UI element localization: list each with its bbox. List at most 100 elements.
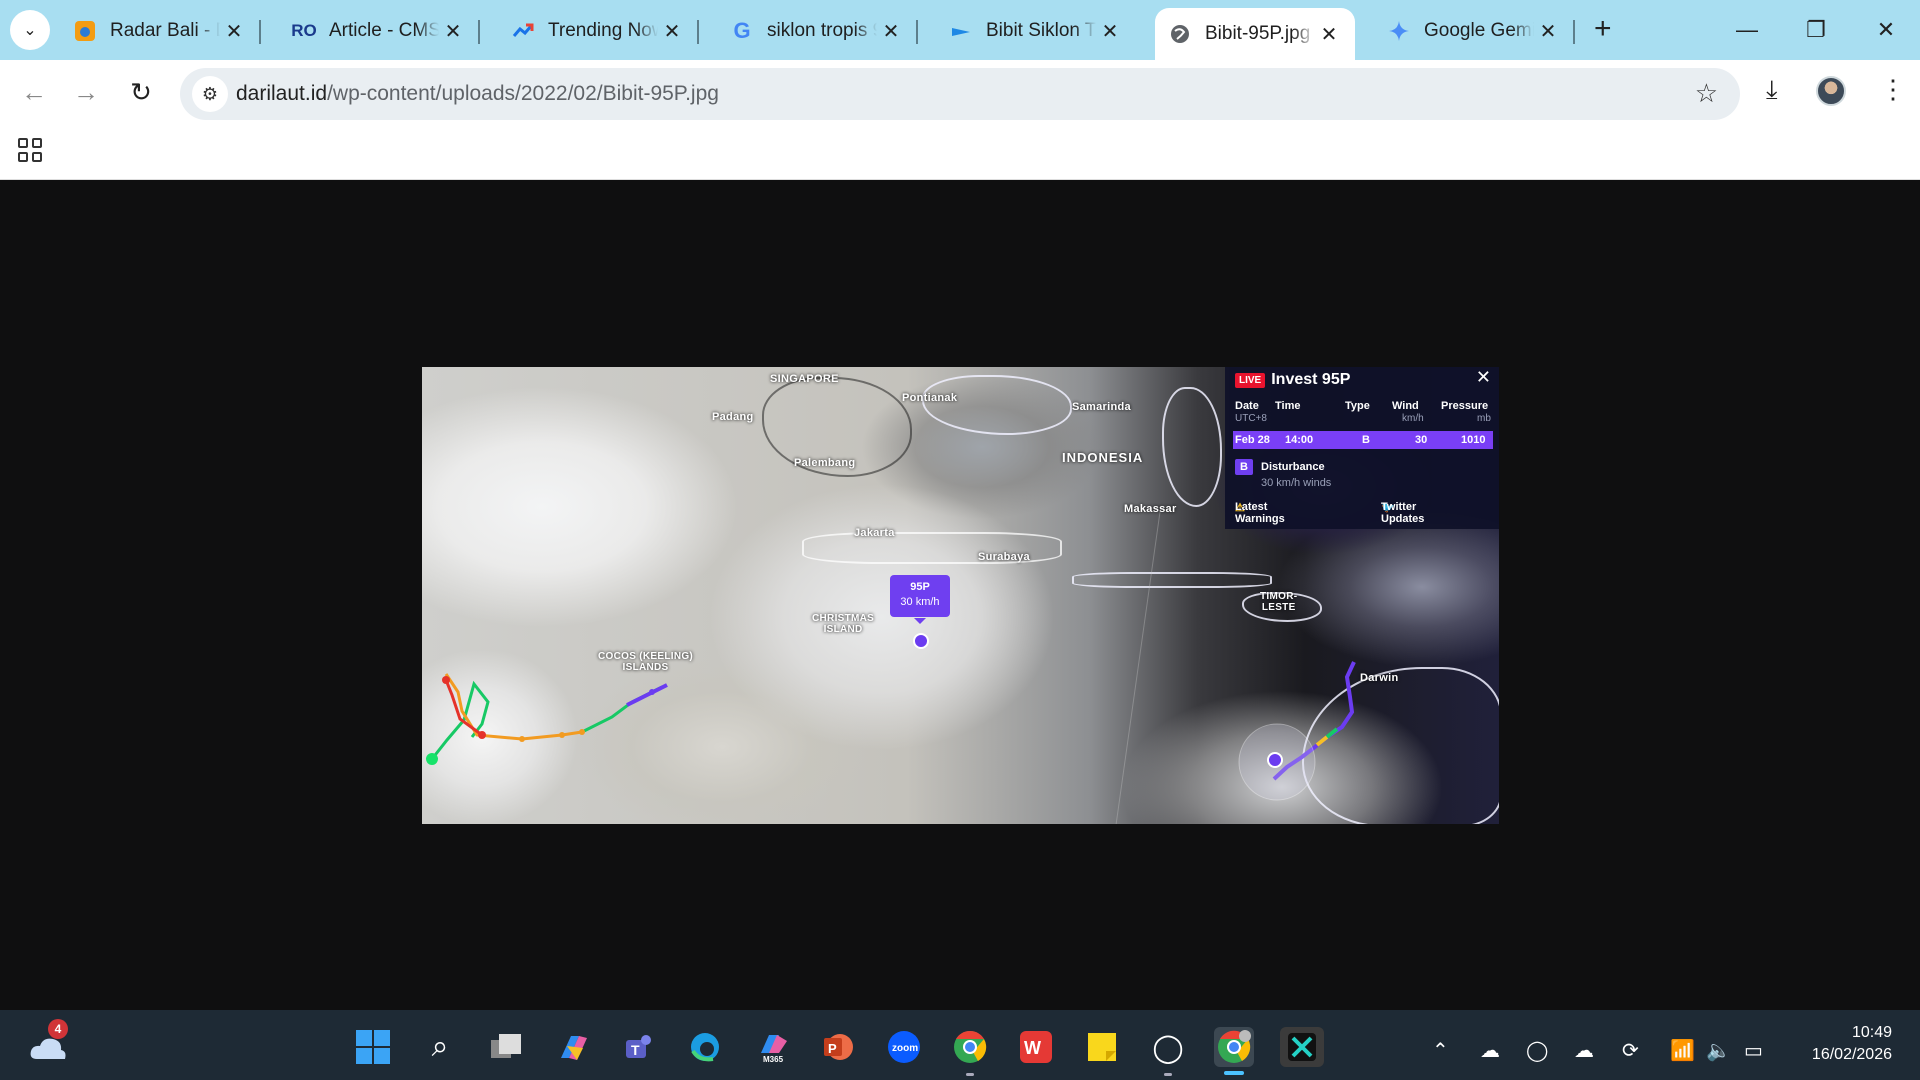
- tab-radar-bali[interactable]: Radar Bali - Darilaut ✕: [60, 10, 261, 52]
- zoom-button[interactable]: zoom: [884, 1027, 924, 1067]
- m365-icon: M365: [761, 1035, 787, 1063]
- tab-close-icon[interactable]: ✕: [439, 19, 467, 44]
- app-button[interactable]: ◯: [1148, 1027, 1188, 1076]
- m365-button[interactable]: M365: [752, 1027, 792, 1067]
- menu-button[interactable]: ⋮: [1880, 74, 1906, 105]
- minimize-button[interactable]: —: [1727, 10, 1767, 50]
- reload-icon: ↻: [130, 76, 152, 107]
- sticky-notes-button[interactable]: [1082, 1027, 1122, 1067]
- teams-button[interactable]: T: [618, 1027, 658, 1067]
- darilaut-icon: [948, 18, 974, 44]
- taskbar-clock[interactable]: 10:49 16/02/2026: [1812, 1022, 1892, 1066]
- tab-title: Bibit-95P.jpg (1077×457): [1205, 23, 1315, 44]
- search-icon: ⌕: [431, 1030, 449, 1063]
- tab-trending-now[interactable]: Trending Now ✕: [498, 10, 699, 52]
- ro-favicon-icon: RO: [291, 21, 317, 40]
- chrome-active-button[interactable]: [1214, 1027, 1254, 1075]
- start-button[interactable]: [353, 1027, 393, 1067]
- onedrive-tray-icon[interactable]: ☁: [1480, 1038, 1500, 1063]
- chrome-button[interactable]: [950, 1027, 990, 1076]
- back-button[interactable]: ←: [14, 72, 54, 112]
- capcut-button[interactable]: [1280, 1027, 1324, 1067]
- chrome-icon: [1218, 1030, 1251, 1063]
- svg-text:P: P: [828, 1041, 837, 1056]
- panel-data-row[interactable]: Feb 28 14:00 B 30 1010: [1233, 431, 1493, 449]
- tab-close-icon[interactable]: ✕: [658, 19, 686, 44]
- storm-info-panel: LIVE Invest 95P ✕ Date Time Type Wind Pr…: [1225, 367, 1499, 529]
- tab-close-icon[interactable]: ✕: [877, 19, 905, 44]
- storm-name: 95P: [910, 581, 930, 593]
- tab-close-icon[interactable]: ✕: [1534, 19, 1562, 44]
- address-bar[interactable]: ⚙ darilaut.id/wp-content/uploads/2022/02…: [180, 68, 1740, 120]
- url-text[interactable]: darilaut.id/wp-content/uploads/2022/02/B…: [236, 82, 719, 106]
- cloud-off-tray-icon[interactable]: ☁: [1574, 1038, 1594, 1063]
- new-tab-button[interactable]: +: [1594, 12, 1612, 46]
- copilot-icon: [561, 1036, 587, 1060]
- tab-google-search[interactable]: G siklon tropis 95P ✕: [717, 10, 918, 52]
- edge-icon: [691, 1033, 719, 1062]
- unit-wind: km/h: [1402, 413, 1424, 424]
- gemini-icon: [1386, 18, 1412, 44]
- volume-icon[interactable]: 🔈: [1706, 1038, 1731, 1063]
- storm-95p-marker[interactable]: [913, 633, 929, 649]
- tray-overflow-button[interactable]: ⌃: [1432, 1038, 1449, 1063]
- wifi-icon[interactable]: 📶: [1670, 1038, 1695, 1063]
- clock-time: 10:49: [1851, 1024, 1892, 1041]
- chevron-down-icon: ⌄: [23, 22, 37, 39]
- unit-pressure: mb: [1477, 413, 1491, 424]
- tab-close-icon[interactable]: ✕: [1315, 22, 1343, 47]
- site-info-button[interactable]: ⚙: [192, 76, 228, 112]
- warnings-label: Latest Warnings: [1235, 501, 1285, 525]
- powerpoint-icon: P: [824, 1034, 853, 1060]
- google-icon: G: [733, 18, 751, 43]
- restore-button[interactable]: ❐: [1796, 10, 1836, 50]
- forward-button[interactable]: →: [66, 72, 106, 112]
- twitter-label: Twitter Updates: [1381, 501, 1425, 525]
- powerpoint-button[interactable]: P: [818, 1027, 858, 1067]
- trending-icon: [510, 18, 536, 44]
- tab-close-icon[interactable]: ✕: [1096, 19, 1124, 44]
- tab-bibit-siklon[interactable]: Bibit Siklon Tropis ✕: [936, 10, 1136, 52]
- zoom-icon: zoom: [888, 1031, 920, 1063]
- more-vert-icon: ⋮: [1880, 74, 1906, 104]
- sync-tray-icon[interactable]: ⟳: [1622, 1038, 1639, 1063]
- row-time: 14:00: [1285, 434, 1314, 446]
- task-view-icon: [491, 1034, 521, 1058]
- edge-button[interactable]: [685, 1027, 725, 1067]
- tab-article-cms[interactable]: RO Article - CMS ✕: [279, 10, 480, 52]
- satellite-map-image[interactable]: SINGAPORE Pontianak Samarinda Padang Pal…: [422, 367, 1499, 824]
- type-desc: 30 km/h winds: [1261, 477, 1332, 489]
- clock-date: 16/02/2026: [1811, 1046, 1892, 1063]
- type-badge: B: [1235, 459, 1253, 475]
- tab-google-gemini[interactable]: Google Gemini ✕: [1374, 10, 1575, 52]
- profile-avatar[interactable]: [1816, 76, 1846, 106]
- tab-close-icon[interactable]: ✕: [220, 19, 248, 44]
- ring-tray-icon[interactable]: ◯: [1526, 1038, 1548, 1063]
- url-path: /wp-content/uploads/2022/02/Bibit-95P.jp…: [327, 82, 719, 105]
- row-pressure: 1010: [1461, 434, 1486, 446]
- close-window-button[interactable]: ✕: [1866, 10, 1906, 50]
- apps-grid-icon[interactable]: [18, 138, 42, 162]
- panel-close-icon[interactable]: ✕: [1476, 367, 1491, 388]
- storm-callout[interactable]: 95P 30 km/h: [890, 575, 950, 624]
- tab-search-button[interactable]: ⌄: [10, 10, 50, 50]
- row-date: Feb 28: [1235, 434, 1270, 446]
- wps-button[interactable]: W: [1016, 1027, 1056, 1067]
- tab-bibit-95p-image[interactable]: Bibit-95P.jpg (1077×457) ✕: [1155, 8, 1355, 60]
- minimize-icon: —: [1736, 17, 1758, 42]
- task-view-button[interactable]: [486, 1027, 526, 1067]
- chevron-up-icon: ⌃: [1432, 1040, 1449, 1062]
- panel-type: B Disturbance: [1235, 459, 1325, 475]
- panel-header: LIVE Invest 95P: [1235, 371, 1350, 389]
- storm-australia-marker[interactable]: [1267, 752, 1283, 768]
- battery-icon[interactable]: ▭: [1744, 1038, 1763, 1063]
- copilot-button[interactable]: [553, 1027, 593, 1067]
- star-icon: ☆: [1694, 78, 1718, 108]
- bookmark-star-button[interactable]: ☆: [1695, 78, 1718, 109]
- downloads-button[interactable]: ⤓: [1766, 74, 1778, 106]
- reload-button[interactable]: ↻: [121, 72, 161, 112]
- bookmarks-bar: [0, 122, 1920, 180]
- tab-title: Trending Now: [548, 20, 658, 41]
- search-button[interactable]: ⌕: [420, 1027, 460, 1067]
- sticky-notes-icon: [1088, 1033, 1116, 1061]
